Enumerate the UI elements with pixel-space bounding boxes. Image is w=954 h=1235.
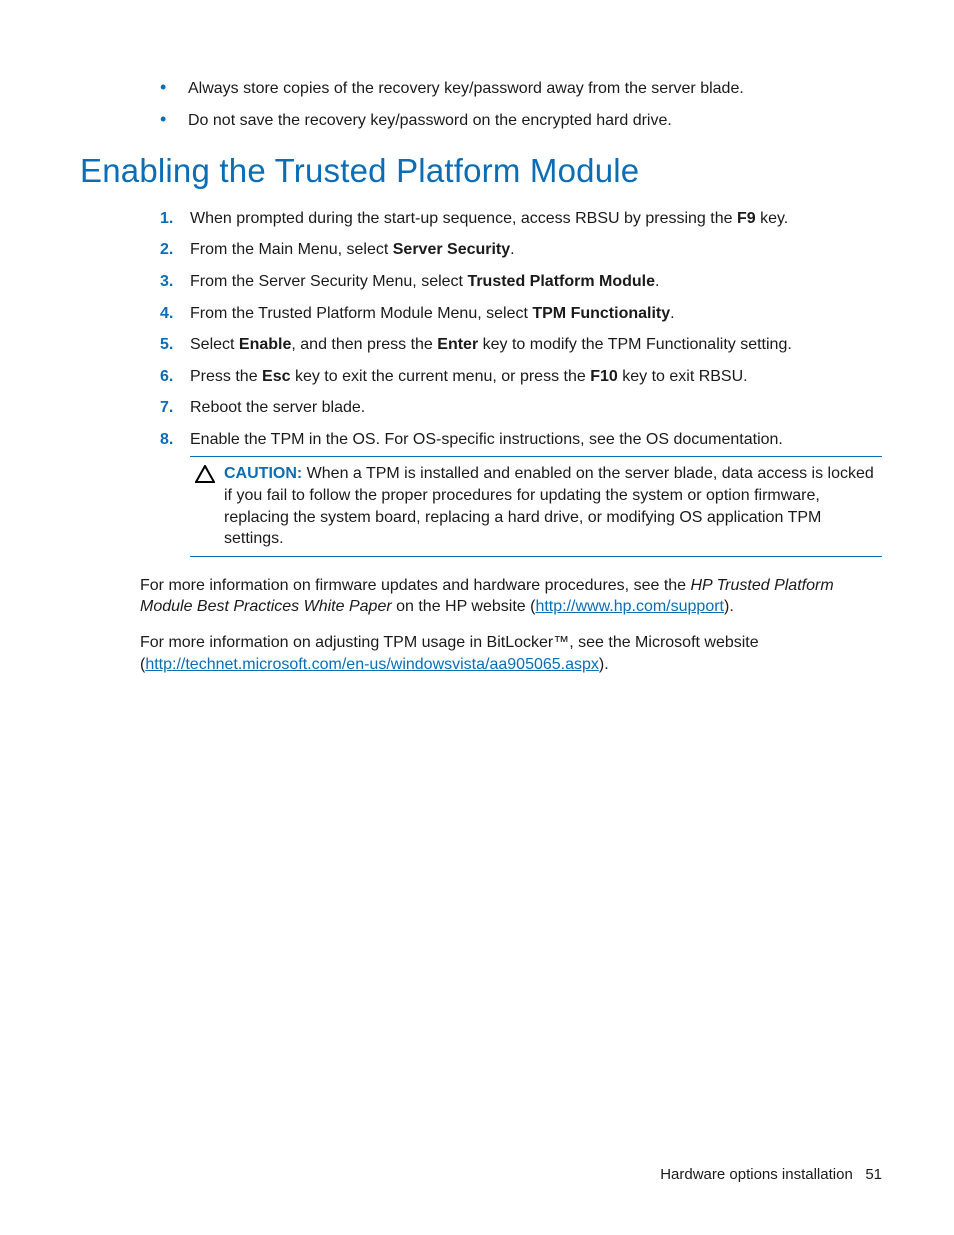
menu-name: Trusted Platform Module [467,273,655,290]
footer-section: Hardware options installation [660,1166,853,1183]
section-heading: Enabling the Trusted Platform Module [80,149,882,194]
step-text: . [670,305,674,322]
caution-text: CAUTION: When a TPM is installed and ena… [220,463,882,549]
step-item: From the Server Security Menu, select Tr… [160,271,882,293]
step-text: key to exit the current menu, or press t… [291,368,591,385]
key-name: F9 [737,210,756,227]
bullet-text: Always store copies of the recovery key/… [188,80,744,97]
step-text: key to exit RBSU. [618,368,748,385]
list-item: Always store copies of the recovery key/… [160,78,882,100]
step-item: Press the Esc key to exit the current me… [160,366,882,388]
caution-icon [190,463,220,487]
info-paragraph: For more information on firmware updates… [140,575,882,618]
caution-body: When a TPM is installed and enabled on t… [224,465,874,547]
step-text: From the Server Security Menu, select [190,273,467,290]
step-item: Select Enable, and then press the Enter … [160,334,882,356]
step-text: From the Trusted Platform Module Menu, s… [190,305,532,322]
step-item: From the Trusted Platform Module Menu, s… [160,303,882,325]
step-text: , and then press the [291,336,437,353]
para-text: For more information on firmware updates… [140,577,691,594]
microsoft-link[interactable]: http://technet.microsoft.com/en-us/windo… [145,656,599,673]
page-footer: Hardware options installation 51 [660,1165,882,1185]
steps-list: When prompted during the start-up sequen… [80,208,882,557]
document-page: Always store copies of the recovery key/… [0,0,954,1235]
step-text: From the Main Menu, select [190,241,393,258]
step-item: From the Main Menu, select Server Securi… [160,239,882,261]
para-text: ). [724,598,734,615]
step-text: . [510,241,514,258]
menu-name: Server Security [393,241,510,258]
step-item: Reboot the server blade. [160,397,882,419]
step-text: key to modify the TPM Functionality sett… [478,336,792,353]
step-text: Reboot the server blade. [190,399,365,416]
key-name: F10 [590,368,618,385]
caution-label: CAUTION: [224,465,302,482]
key-name: Esc [262,368,290,385]
list-item: Do not save the recovery key/password on… [160,110,882,132]
step-text: key. [756,210,789,227]
footer-page-number: 51 [865,1166,882,1183]
para-text: on the HP website ( [392,598,536,615]
step-text: . [655,273,659,290]
info-paragraph: For more information on adjusting TPM us… [140,632,882,675]
hp-support-link[interactable]: http://www.hp.com/support [535,598,724,615]
intro-bullet-list: Always store copies of the recovery key/… [80,78,882,131]
option-name: Enable [239,336,291,353]
step-text: When prompted during the start-up sequen… [190,210,737,227]
menu-name: TPM Functionality [532,305,670,322]
step-text: Enable the TPM in the OS. For OS-specifi… [190,431,783,448]
bullet-text: Do not save the recovery key/password on… [188,112,672,129]
step-text: Select [190,336,239,353]
para-text: ). [599,656,609,673]
step-item: When prompted during the start-up sequen… [160,208,882,230]
caution-box: CAUTION: When a TPM is installed and ena… [190,456,882,556]
step-item: Enable the TPM in the OS. For OS-specifi… [160,429,882,557]
key-name: Enter [437,336,478,353]
step-text: Press the [190,368,262,385]
